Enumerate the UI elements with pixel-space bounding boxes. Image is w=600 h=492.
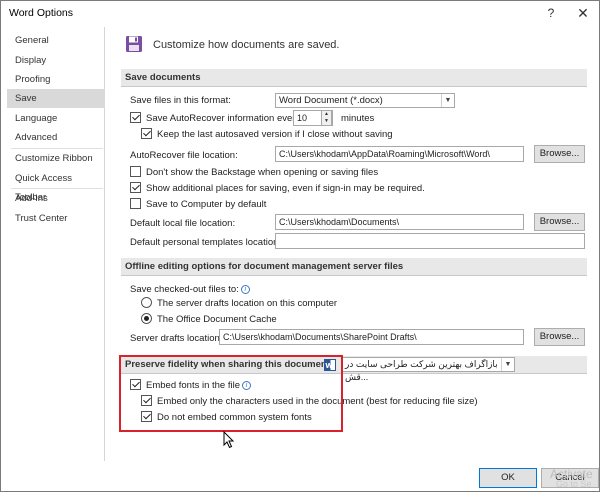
autorecover-checkbox[interactable] — [130, 112, 141, 123]
office-cache-radio[interactable] — [141, 313, 152, 324]
format-label: Save files in this format: — [130, 95, 231, 106]
save-to-computer-label: Save to Computer by default — [146, 199, 267, 210]
server-drafts-location-label: Server drafts location: — [130, 333, 223, 344]
server-drafts-option-label: The server drafts location on this compu… — [157, 298, 338, 309]
autorecover-location-label: AutoRecover file location: — [130, 150, 238, 161]
additional-places-checkbox[interactable] — [130, 182, 141, 193]
title-bar: Word Options ? ✕ — [1, 1, 599, 25]
activation-watermark-sub: Go to Se — [556, 479, 592, 489]
format-select[interactable]: Word Document (*.docx) ▼ — [275, 93, 455, 108]
sidebar-item-add-ins[interactable]: Add-Ins — [7, 189, 105, 208]
page-header: Customize how documents are saved. — [153, 39, 340, 51]
format-value: Word Document (*.docx) — [279, 95, 383, 106]
floppy-disk-icon — [126, 36, 142, 52]
autorecover-label: Save AutoRecover information every — [146, 113, 301, 124]
dialog-title: Word Options — [9, 7, 73, 19]
highlight-annotation-box — [119, 355, 343, 432]
server-drafts-radio[interactable] — [141, 297, 152, 308]
chevron-down-icon: ▼ — [501, 358, 514, 371]
fidelity-document-value: بازاگراف بهترین شرکت طراحی سایت در قش... — [345, 359, 498, 382]
keep-last-autosaved-checkbox[interactable] — [141, 128, 152, 139]
save-to-computer-checkbox[interactable] — [130, 198, 141, 209]
sidebar-item-customize-ribbon[interactable]: Customize Ribbon — [7, 149, 105, 168]
server-drafts-location-input[interactable]: C:\Users\khodam\Documents\SharePoint Dra… — [219, 329, 524, 345]
browse-server-drafts-button[interactable]: Browse... — [534, 328, 585, 346]
sidebar-item-quick-access-toolbar[interactable]: Quick Access Toolbar — [7, 169, 105, 203]
browse-default-local-button[interactable]: Browse... — [534, 213, 585, 231]
default-local-input[interactable]: C:\Users\khodam\Documents\ — [275, 214, 524, 230]
section-save-documents: Save documents — [121, 69, 587, 87]
default-local-label: Default local file location: — [130, 218, 236, 229]
help-button[interactable]: ? — [537, 3, 565, 23]
autorecover-spinner[interactable]: ▲ ▼ — [321, 110, 332, 126]
sidebar-item-general[interactable]: General — [7, 31, 105, 50]
default-templates-label: Default personal templates location: — [130, 237, 282, 248]
info-icon: i — [240, 285, 250, 294]
no-backstage-checkbox[interactable] — [130, 166, 141, 177]
sidebar-item-advanced[interactable]: Advanced — [7, 128, 105, 147]
autorecover-location-input[interactable]: C:\Users\khodam\AppData\Roaming\Microsof… — [275, 146, 524, 162]
mouse-cursor-icon — [223, 431, 235, 449]
no-backstage-label: Don't show the Backstage when opening or… — [146, 167, 379, 178]
default-templates-input[interactable] — [275, 233, 585, 249]
sidebar-item-save[interactable]: Save — [7, 89, 105, 108]
office-cache-option-label: The Office Document Cache — [157, 314, 277, 325]
sidebar-item-trust-center[interactable]: Trust Center — [7, 209, 105, 228]
keep-last-autosaved-label: Keep the last autosaved version if I clo… — [157, 129, 393, 140]
ok-button[interactable]: OK — [479, 468, 537, 488]
save-checked-out-label: Save checked-out files to: i — [130, 284, 250, 295]
word-options-dialog: Word Options ? ✕ General Display Proofin… — [0, 0, 600, 492]
chevron-down-icon: ▼ — [441, 94, 454, 107]
options-sidebar: General Display Proofing Save Language A… — [7, 27, 105, 461]
minutes-label: minutes — [341, 113, 375, 124]
sidebar-item-proofing[interactable]: Proofing — [7, 70, 105, 89]
sidebar-item-display[interactable]: Display — [7, 51, 105, 70]
browse-autorecover-button[interactable]: Browse... — [534, 145, 585, 163]
close-button[interactable]: ✕ — [569, 3, 597, 23]
sidebar-item-language[interactable]: Language — [7, 109, 105, 128]
fidelity-document-select[interactable]: بازاگراف بهترین شرکت طراحی سایت در قش...… — [341, 357, 515, 382]
additional-places-label: Show additional places for saving, even … — [146, 183, 425, 194]
section-offline-editing: Offline editing options for document man… — [121, 258, 587, 276]
